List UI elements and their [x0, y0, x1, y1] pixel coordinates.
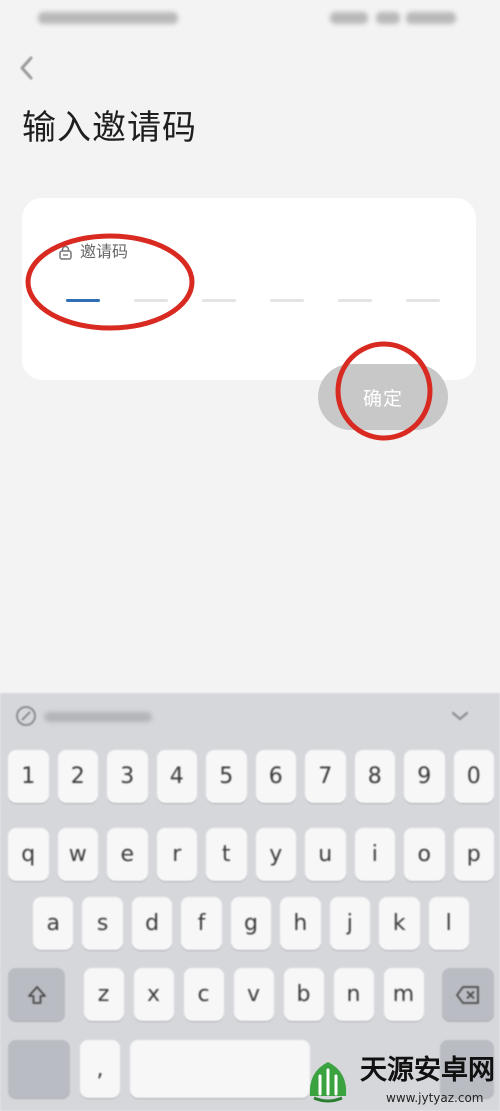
key-v[interactable]: v — [233, 968, 274, 1021]
key-n[interactable]: n — [333, 968, 374, 1021]
status-icons-blurred — [330, 12, 368, 24]
key-8[interactable]: 8 — [354, 750, 395, 803]
key-5[interactable]: 5 — [206, 750, 247, 803]
lock-icon — [59, 245, 72, 260]
confirm-button[interactable]: 确定 — [318, 364, 448, 430]
status-carrier-blurred — [38, 12, 178, 24]
key-f[interactable]: f — [181, 897, 222, 950]
code-slot — [270, 299, 304, 302]
keyboard-top-row: qwertyuiop — [8, 828, 494, 881]
invite-code-screen: 输入邀请码 邀请码 确定 1234567890 qwertyuiop a s d… — [0, 0, 500, 1111]
invite-code-input[interactable] — [66, 299, 440, 302]
keyboard-bottom-row: zxcvbnm — [8, 968, 494, 1021]
key-2[interactable]: 2 — [57, 750, 98, 803]
key-c[interactable]: c — [183, 968, 224, 1021]
key-4[interactable]: 4 — [156, 750, 197, 803]
key-e[interactable]: e — [107, 828, 148, 881]
code-slot — [406, 299, 440, 302]
key-m[interactable]: m — [383, 968, 424, 1021]
keyboard-middle-row: asdfghjkl — [33, 897, 469, 950]
keyboard-letter-keys: zxcvbnm — [83, 968, 424, 1021]
key-y[interactable]: y — [255, 828, 296, 881]
code-slot — [134, 299, 168, 302]
code-slot — [338, 299, 372, 302]
key-o[interactable]: o — [404, 828, 445, 881]
soft-keyboard: 1234567890 qwertyuiop asdfghjkl zxcvbnm … — [0, 693, 500, 1111]
key-p[interactable]: p — [453, 828, 494, 881]
status-time-blurred — [406, 12, 456, 24]
key-6[interactable]: 6 — [255, 750, 296, 803]
page-title: 输入邀请码 — [22, 108, 197, 148]
key-h[interactable]: h — [280, 897, 321, 950]
keyboard-suggestion-bar — [0, 693, 500, 741]
key-i[interactable]: i — [354, 828, 395, 881]
code-slot — [202, 299, 236, 302]
shift-icon — [27, 985, 46, 1004]
key-d[interactable]: d — [131, 897, 173, 950]
key-j[interactable]: j — [329, 897, 371, 950]
key-7[interactable]: 7 — [305, 750, 346, 803]
key-u[interactable]: u — [305, 828, 346, 881]
watermark-url: www.jytyaz.com — [386, 1091, 484, 1105]
key-k[interactable]: k — [379, 897, 420, 950]
key-3[interactable]: 3 — [107, 750, 148, 803]
invite-code-label: 邀请码 — [80, 242, 129, 261]
key-t[interactable]: t — [206, 828, 247, 881]
key-g[interactable]: g — [230, 897, 272, 950]
key-x[interactable]: x — [133, 968, 174, 1021]
key-1[interactable]: 1 — [8, 750, 49, 803]
key-s[interactable]: s — [82, 897, 123, 950]
sprout-logo-icon — [309, 1062, 347, 1103]
symbol-mode-key[interactable] — [8, 1040, 70, 1098]
watermark-name: 天源安卓网 — [360, 1055, 495, 1086]
shift-key[interactable] — [8, 968, 65, 1021]
code-slot-active — [66, 299, 100, 302]
backspace-icon — [456, 985, 479, 1004]
invite-code-card: 邀请码 — [22, 198, 476, 380]
watermark: 天源安卓网 www.jytyaz.com — [300, 1050, 496, 1110]
key-a[interactable]: a — [33, 897, 74, 950]
suggestion-text-blurred — [44, 712, 152, 722]
key-w[interactable]: w — [57, 828, 98, 881]
keyboard-number-row: 1234567890 — [8, 750, 494, 803]
backspace-key[interactable] — [442, 968, 494, 1021]
space-key[interactable] — [130, 1040, 310, 1098]
key-l[interactable]: l — [428, 897, 469, 950]
back-arrow-icon[interactable] — [16, 54, 38, 82]
battery-icon — [376, 12, 400, 24]
key-z[interactable]: z — [83, 968, 124, 1021]
pen-icon[interactable] — [15, 705, 37, 727]
key-r[interactable]: r — [156, 828, 197, 881]
key-0[interactable]: 0 — [453, 750, 494, 803]
key-b[interactable]: b — [283, 968, 324, 1021]
key-q[interactable]: q — [8, 828, 49, 881]
comma-key[interactable]: , — [80, 1040, 120, 1098]
key-9[interactable]: 9 — [404, 750, 445, 803]
chevron-down-icon[interactable] — [450, 709, 470, 723]
